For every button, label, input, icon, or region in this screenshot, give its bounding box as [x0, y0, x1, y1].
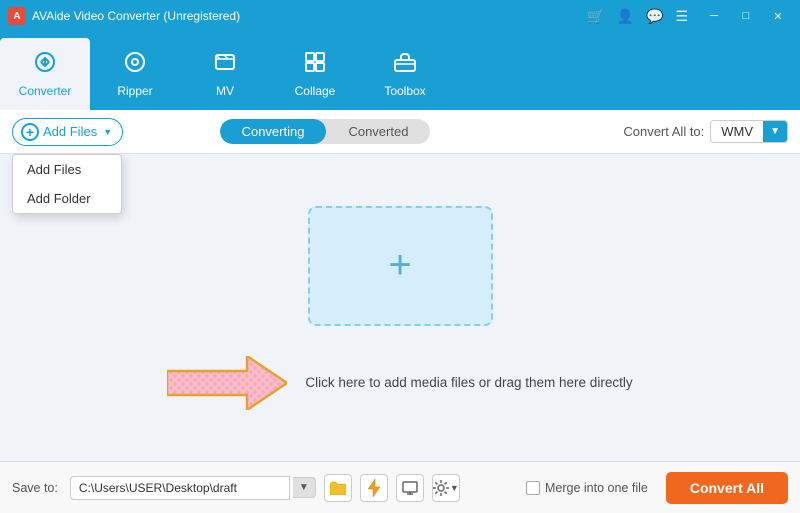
convert-all-to-label: Convert All to:	[623, 124, 704, 139]
collage-icon	[303, 50, 327, 80]
save-path-dropdown-arrow[interactable]: ▼	[293, 477, 316, 498]
drop-zone[interactable]: +	[308, 206, 493, 326]
add-files-label: Add Files	[43, 124, 97, 139]
menu-icon[interactable]: ☰	[675, 8, 688, 25]
format-value[interactable]: WMV	[711, 121, 763, 142]
window-controls: ─ □ ✕	[700, 5, 792, 27]
save-path-input[interactable]	[70, 476, 290, 500]
settings-dropdown-indicator: ▼	[450, 483, 459, 493]
mv-icon	[213, 50, 237, 80]
nav-ripper[interactable]: Ripper	[90, 38, 180, 110]
nav-collage-label: Collage	[295, 84, 336, 98]
tab-group: Converting Converted	[220, 119, 431, 144]
add-files-dropdown: Add Files Add Folder	[12, 154, 122, 214]
app-logo: A	[8, 7, 26, 25]
ripper-icon	[123, 50, 147, 80]
titlebar: A AVAide Video Converter (Unregistered) …	[0, 0, 800, 32]
arrow-hint	[167, 356, 287, 410]
merge-checkbox[interactable]	[526, 481, 540, 495]
hint-row: Click here to add media files or drag th…	[167, 356, 632, 410]
nav-converter-label: Converter	[19, 84, 72, 98]
tab-converted[interactable]: Converted	[326, 119, 430, 144]
nav-mv-label: MV	[216, 84, 234, 98]
arrow-icon	[167, 356, 287, 410]
convert-all-button[interactable]: Convert All	[666, 472, 788, 504]
merge-row: Merge into one file	[526, 481, 648, 495]
cart-icon[interactable]: 🛒	[587, 8, 604, 25]
add-files-wrapper: + Add Files ▼ Add Files Add Folder	[12, 118, 123, 146]
top-icons: 🛒 👤 💬 ☰	[587, 8, 688, 25]
nav-toolbox[interactable]: Toolbox	[360, 38, 450, 110]
minimize-button[interactable]: ─	[700, 5, 728, 27]
maximize-button[interactable]: □	[732, 5, 760, 27]
nav-converter[interactable]: Converter	[0, 38, 90, 110]
navbar: Converter Ripper MV	[0, 32, 800, 110]
save-to-label: Save to:	[12, 481, 58, 495]
nav-ripper-label: Ripper	[117, 84, 152, 98]
format-dropdown-arrow[interactable]: ▼	[763, 121, 787, 142]
settings-icon-btn[interactable]: ▼	[432, 474, 460, 502]
tab-converting[interactable]: Converting	[220, 119, 327, 144]
folder-icon-btn[interactable]	[324, 474, 352, 502]
close-button[interactable]: ✕	[764, 5, 792, 27]
merge-label: Merge into one file	[545, 481, 648, 495]
drop-zone-plus-icon: +	[388, 243, 411, 288]
toolbox-icon	[393, 50, 417, 80]
add-files-button[interactable]: + Add Files ▼	[12, 118, 123, 146]
flash-icon-btn[interactable]	[360, 474, 388, 502]
dropdown-add-folder[interactable]: Add Folder	[13, 184, 121, 213]
converter-icon	[33, 50, 57, 80]
nav-collage[interactable]: Collage	[270, 38, 360, 110]
bottombar: Save to: ▼ ▼ Merge into one file Convert…	[0, 461, 800, 513]
monitor-icon-btn[interactable]	[396, 474, 424, 502]
dropdown-arrow-icon: ▼	[103, 127, 112, 137]
nav-mv[interactable]: MV	[180, 38, 270, 110]
convert-all-to-section: Convert All to: WMV ▼	[623, 120, 788, 143]
app-title: AVAide Video Converter (Unregistered)	[32, 9, 587, 23]
user-icon[interactable]: 👤	[617, 8, 634, 25]
toolbar: + Add Files ▼ Add Files Add Folder Conve…	[0, 110, 800, 154]
chat-icon[interactable]: 💬	[646, 8, 663, 25]
hint-text: Click here to add media files or drag th…	[305, 375, 632, 390]
plus-circle-icon: +	[21, 123, 39, 141]
nav-toolbox-label: Toolbox	[384, 84, 425, 98]
dropdown-add-files[interactable]: Add Files	[13, 155, 121, 184]
